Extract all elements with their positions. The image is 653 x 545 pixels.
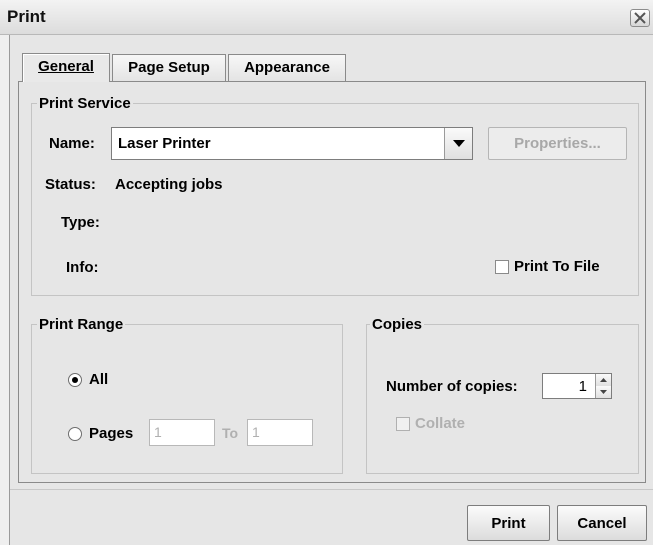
title-bar (0, 0, 653, 35)
button-bar-separator (10, 489, 653, 490)
all-radio-selected-dot (72, 377, 78, 383)
tab-page-setup[interactable]: Page Setup (112, 54, 226, 81)
printer-name-value: Laser Printer (118, 135, 211, 152)
name-label: Name: (49, 135, 95, 152)
close-button[interactable] (630, 9, 650, 27)
collate-label[interactable]: Collate (415, 415, 465, 432)
status-label: Status: (45, 176, 96, 193)
type-label: Type: (61, 214, 100, 231)
tab-appearance[interactable]: Appearance (228, 54, 346, 81)
print-service-title: Print Service (37, 95, 133, 112)
print-button-label: Print (491, 515, 526, 532)
printer-name-combobox[interactable]: Laser Printer (111, 127, 473, 160)
info-label: Info: (66, 259, 99, 276)
chevron-down-icon (453, 140, 465, 147)
tab-appearance-label: Appearance (244, 59, 330, 76)
print-to-file-checkbox[interactable] (495, 260, 509, 274)
printer-combo-arrow-button[interactable] (444, 128, 472, 159)
pages-from-field[interactable]: 1 (149, 419, 215, 446)
print-to-file-label[interactable]: Print To File (514, 258, 600, 275)
print-range-title: Print Range (37, 316, 126, 333)
pages-label[interactable]: Pages (89, 425, 133, 442)
properties-button-label: Properties... (514, 135, 601, 152)
copies-spinner-value[interactable]: 1 (579, 378, 587, 395)
pages-to-label: To (222, 425, 239, 441)
all-radio[interactable] (68, 373, 82, 387)
spin-down-icon (600, 390, 607, 394)
copies-group (366, 324, 639, 474)
close-icon (634, 12, 646, 24)
spin-up-icon (600, 378, 607, 382)
collate-checkbox[interactable] (396, 417, 410, 431)
print-range-group (31, 324, 343, 474)
window-title: Print (7, 7, 46, 26)
properties-button[interactable]: Properties... (488, 127, 627, 160)
copies-spinner[interactable]: 1 (542, 373, 612, 399)
number-of-copies-label: Number of copies: (386, 378, 518, 395)
tab-general[interactable]: General (22, 53, 110, 82)
window-left-edge (0, 35, 10, 545)
tab-general-label: General (38, 58, 94, 75)
print-button[interactable]: Print (467, 505, 550, 541)
status-value: Accepting jobs (115, 176, 223, 193)
copies-spinner-buttons (595, 374, 611, 398)
pages-to-field[interactable]: 1 (247, 419, 313, 446)
all-label[interactable]: All (89, 371, 108, 388)
spin-down-button[interactable] (596, 386, 611, 398)
pages-radio[interactable] (68, 427, 82, 441)
copies-title: Copies (370, 316, 425, 333)
cancel-button-label: Cancel (577, 515, 627, 532)
cancel-button[interactable]: Cancel (557, 505, 647, 541)
tab-page-setup-label: Page Setup (128, 59, 210, 76)
